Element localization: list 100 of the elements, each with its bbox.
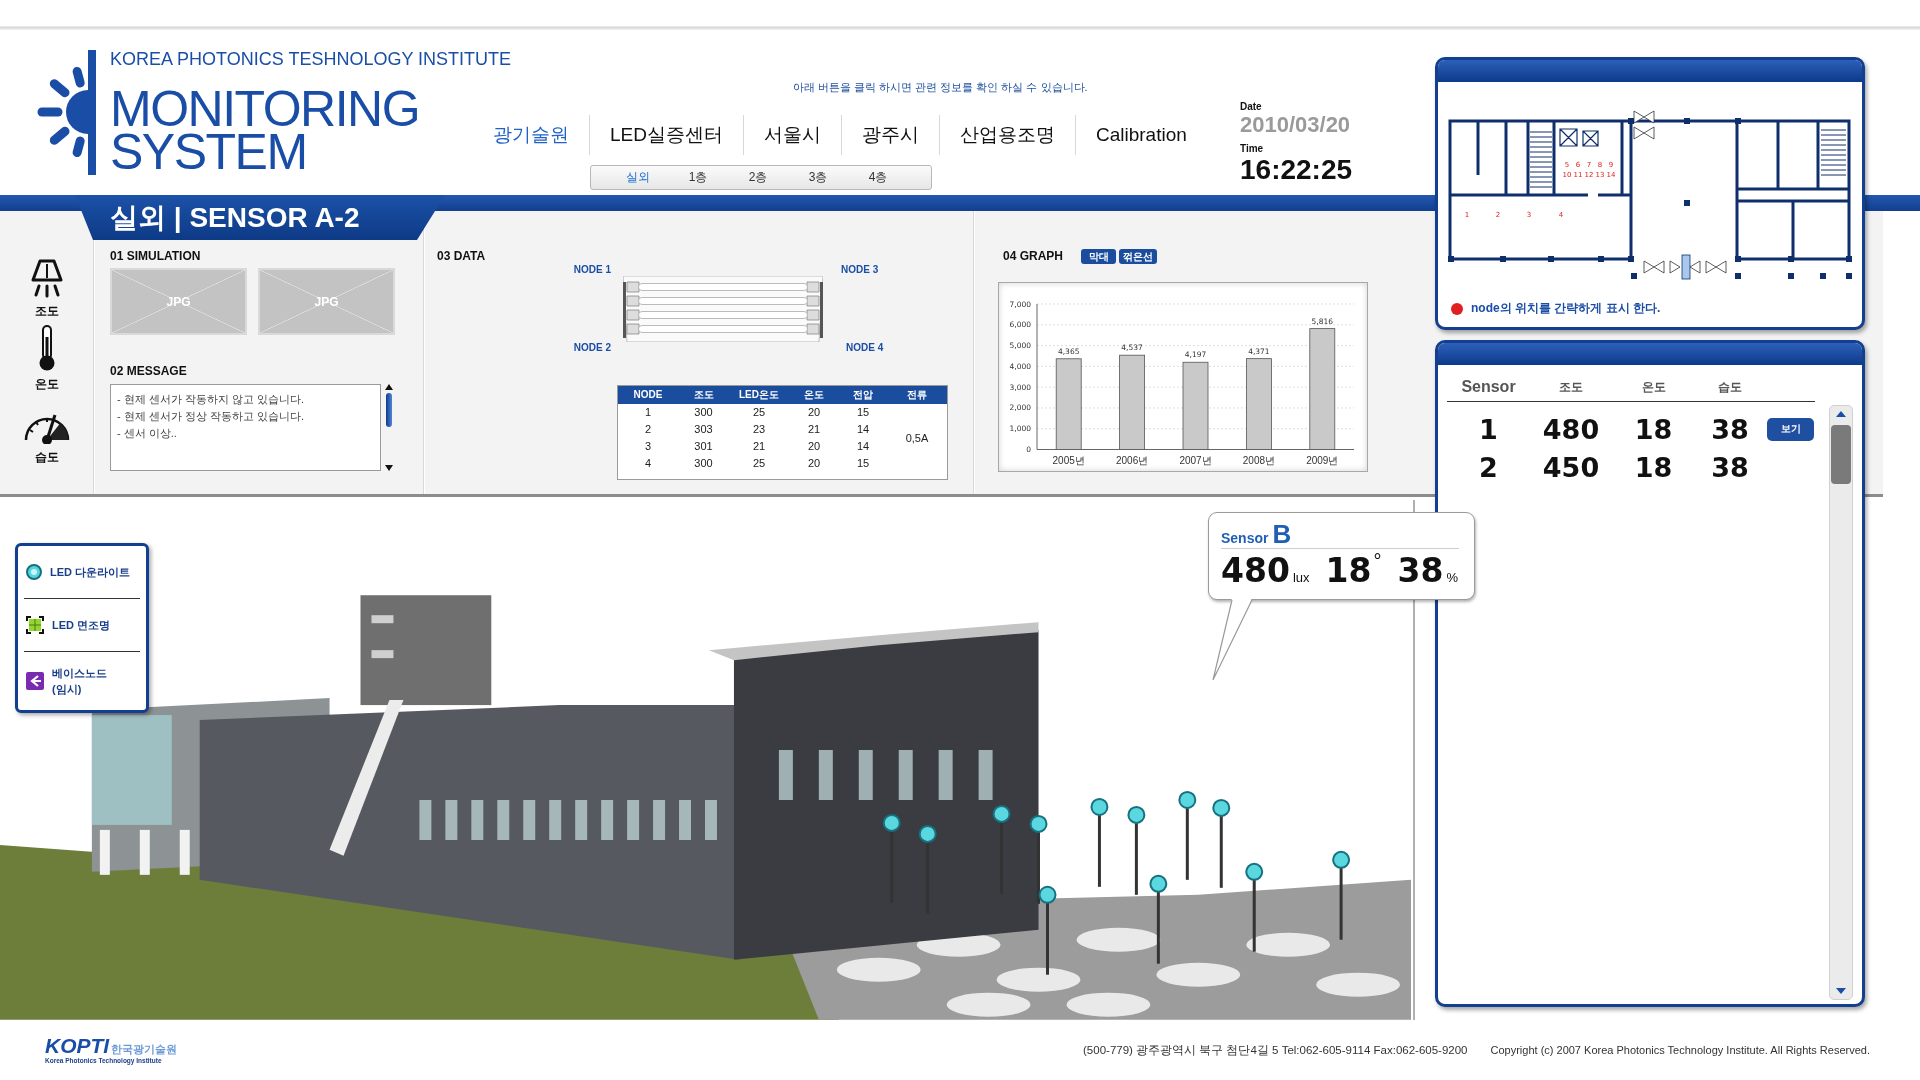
nav-tab[interactable]: Calibration bbox=[1074, 115, 1207, 155]
node-label: NODE 2 bbox=[573, 342, 611, 354]
institute-name: KOREA PHOTONICS TESHNOLOGY INSTITUTE bbox=[110, 48, 513, 70]
nav-tab[interactable]: 광주시 bbox=[840, 115, 939, 155]
sub-tab[interactable]: 2층 bbox=[728, 166, 788, 189]
message-line: - 센서 이상.. bbox=[117, 426, 178, 441]
table-cell-text: 20 bbox=[806, 405, 822, 420]
table-cell-text: 20 bbox=[806, 439, 822, 454]
node-label: NODE 3 bbox=[841, 264, 880, 276]
scrollbar-thumb[interactable] bbox=[386, 393, 392, 427]
table-cell-text: 301 bbox=[693, 439, 714, 454]
sub-tab[interactable]: 4층 bbox=[848, 166, 908, 189]
table-cell-text: 20 bbox=[806, 456, 822, 471]
scroll-down-arrow-icon[interactable] bbox=[385, 465, 393, 471]
reading-unit: ° bbox=[1373, 551, 1382, 571]
view-button[interactable]: 보기 bbox=[1767, 417, 1814, 441]
table-cell-text: 450 bbox=[1541, 451, 1601, 483]
table-cell-text: 25 bbox=[751, 456, 767, 471]
table-cell-text: 480 bbox=[1541, 413, 1601, 445]
nav-tab[interactable]: 광기술원 bbox=[473, 115, 589, 155]
table-cell-text: 21 bbox=[751, 439, 767, 454]
nav-tab[interactable]: 서울시 bbox=[742, 115, 841, 155]
sub-tab[interactable]: 실외 bbox=[608, 166, 668, 189]
scrollbar-thumb[interactable] bbox=[1831, 425, 1851, 484]
tower-window bbox=[371, 650, 394, 659]
column-header: 온도 bbox=[789, 386, 839, 404]
callout-sensor-name: B bbox=[1272, 521, 1292, 547]
tower-window bbox=[371, 615, 394, 624]
section-title: 01 SIMULATION bbox=[110, 249, 202, 263]
table-cell-text: 38 bbox=[1710, 451, 1750, 483]
scroll-up-arrow-icon[interactable] bbox=[1836, 411, 1846, 417]
scroll-down-arrow-icon[interactable] bbox=[1836, 988, 1846, 994]
table-cell-text: 2 bbox=[643, 422, 653, 437]
table-cell-text: 14 bbox=[855, 439, 871, 454]
column-header: 습도 bbox=[1717, 378, 1743, 396]
legend-label: LED 다운라이트 bbox=[50, 565, 131, 580]
table-cell-text: 18 bbox=[1633, 413, 1674, 445]
placeholder-label: JPG bbox=[314, 294, 339, 309]
reading-value: 38 bbox=[1397, 551, 1444, 591]
scroll-up-arrow-icon[interactable] bbox=[385, 384, 393, 390]
section-title: 03 DATA bbox=[437, 249, 487, 263]
x-category-label: 2008년 bbox=[1242, 455, 1276, 466]
node-label: NODE 4 bbox=[846, 342, 885, 354]
column-header: 온도 bbox=[1640, 378, 1667, 396]
column-header: 전압 bbox=[839, 386, 887, 404]
column-header: LED온도 bbox=[729, 386, 789, 404]
x-category-label: 2006년 bbox=[1115, 455, 1149, 466]
date-value: 2010/03/20 bbox=[1240, 113, 1352, 137]
map-note: node의 위치를 간략하게 표시 한다. bbox=[1471, 300, 1661, 317]
nav-tab[interactable]: 산업용조명 bbox=[938, 115, 1075, 155]
column-header: 조도 bbox=[1558, 378, 1584, 396]
table-cell-text: 1 bbox=[1478, 413, 1499, 445]
x-category-label: 2009년 bbox=[1306, 455, 1339, 466]
table-cell-text: 2 bbox=[1478, 451, 1499, 483]
sensor-type-label: 조도 bbox=[34, 304, 59, 318]
chart-type-button[interactable]: 꺾은선 bbox=[1119, 248, 1158, 264]
table-cell-text: 23 bbox=[751, 422, 767, 437]
node-label: NODE 1 bbox=[573, 264, 611, 276]
logo-korean-name: 한국광기술원 bbox=[111, 1042, 178, 1057]
table-cell-text: 21 bbox=[806, 422, 822, 437]
time-value: 16:22:25 bbox=[1240, 155, 1353, 185]
base-node-icon bbox=[26, 672, 44, 690]
copyright-text: Copyright (c) 2007 Korea Photonics Technology Institute. All Rights Reserved. bbox=[1490, 1044, 1870, 1056]
reading-value: 480 bbox=[1221, 551, 1290, 591]
table-cell-text: 4 bbox=[643, 456, 653, 471]
placeholder-label: JPG bbox=[166, 294, 191, 309]
date-label: Date bbox=[1240, 101, 1263, 113]
table-cell-text: 303 bbox=[693, 422, 714, 437]
chart-type-button[interactable]: 막대 bbox=[1081, 248, 1117, 264]
column-header: 전류 bbox=[887, 386, 947, 404]
logo-wordmark: KOPTI bbox=[45, 1035, 110, 1057]
sub-tab[interactable]: 3층 bbox=[788, 166, 848, 189]
panel-light-icon bbox=[26, 616, 44, 634]
column-header: 조도 bbox=[678, 386, 729, 404]
x-category-label: 2005년 bbox=[1052, 455, 1085, 466]
time-label: Time bbox=[1240, 143, 1265, 155]
table-cell-text: 3 bbox=[643, 439, 653, 454]
table-cell-text: 1 bbox=[643, 405, 653, 420]
address-text: (500-779) 광주광역시 북구 첨단4길 5 Tel:062-605-9114 Fax:062-605-9200 bbox=[1083, 1042, 1468, 1058]
reading-unit: lux bbox=[1292, 570, 1310, 585]
support-column bbox=[99, 829, 110, 875]
table-cell-text: 25 bbox=[751, 405, 767, 420]
node-marker-icon bbox=[1451, 302, 1463, 315]
table-cell-text: 300 bbox=[693, 456, 714, 471]
message-line: - 현제 센서가 작동하지 않고 있습니다. bbox=[117, 392, 305, 407]
legend-label: 베이스노드 (임시) bbox=[52, 666, 107, 697]
legend-label: LED 면조명 bbox=[52, 618, 111, 633]
table-cell-text: 18 bbox=[1633, 451, 1674, 483]
support-column bbox=[179, 829, 190, 875]
reading-value: 18 bbox=[1325, 551, 1372, 591]
sub-tab[interactable]: 1층 bbox=[668, 166, 728, 189]
message-line: - 현제 센서가 정상 작동하고 있습니다. bbox=[117, 409, 305, 424]
callout-label: Sensor bbox=[1221, 530, 1269, 546]
page-title-banner: 실외 | SENSOR A-2 bbox=[75, 195, 445, 240]
reading-unit: % bbox=[1446, 570, 1458, 585]
nav-tab[interactable]: LED실증센터 bbox=[589, 115, 743, 155]
table-cell-text: 300 bbox=[693, 405, 714, 420]
support-column bbox=[139, 829, 150, 875]
scrollbar-track[interactable] bbox=[1829, 405, 1853, 1000]
section-title: 04 GRAPH bbox=[1003, 249, 1064, 263]
